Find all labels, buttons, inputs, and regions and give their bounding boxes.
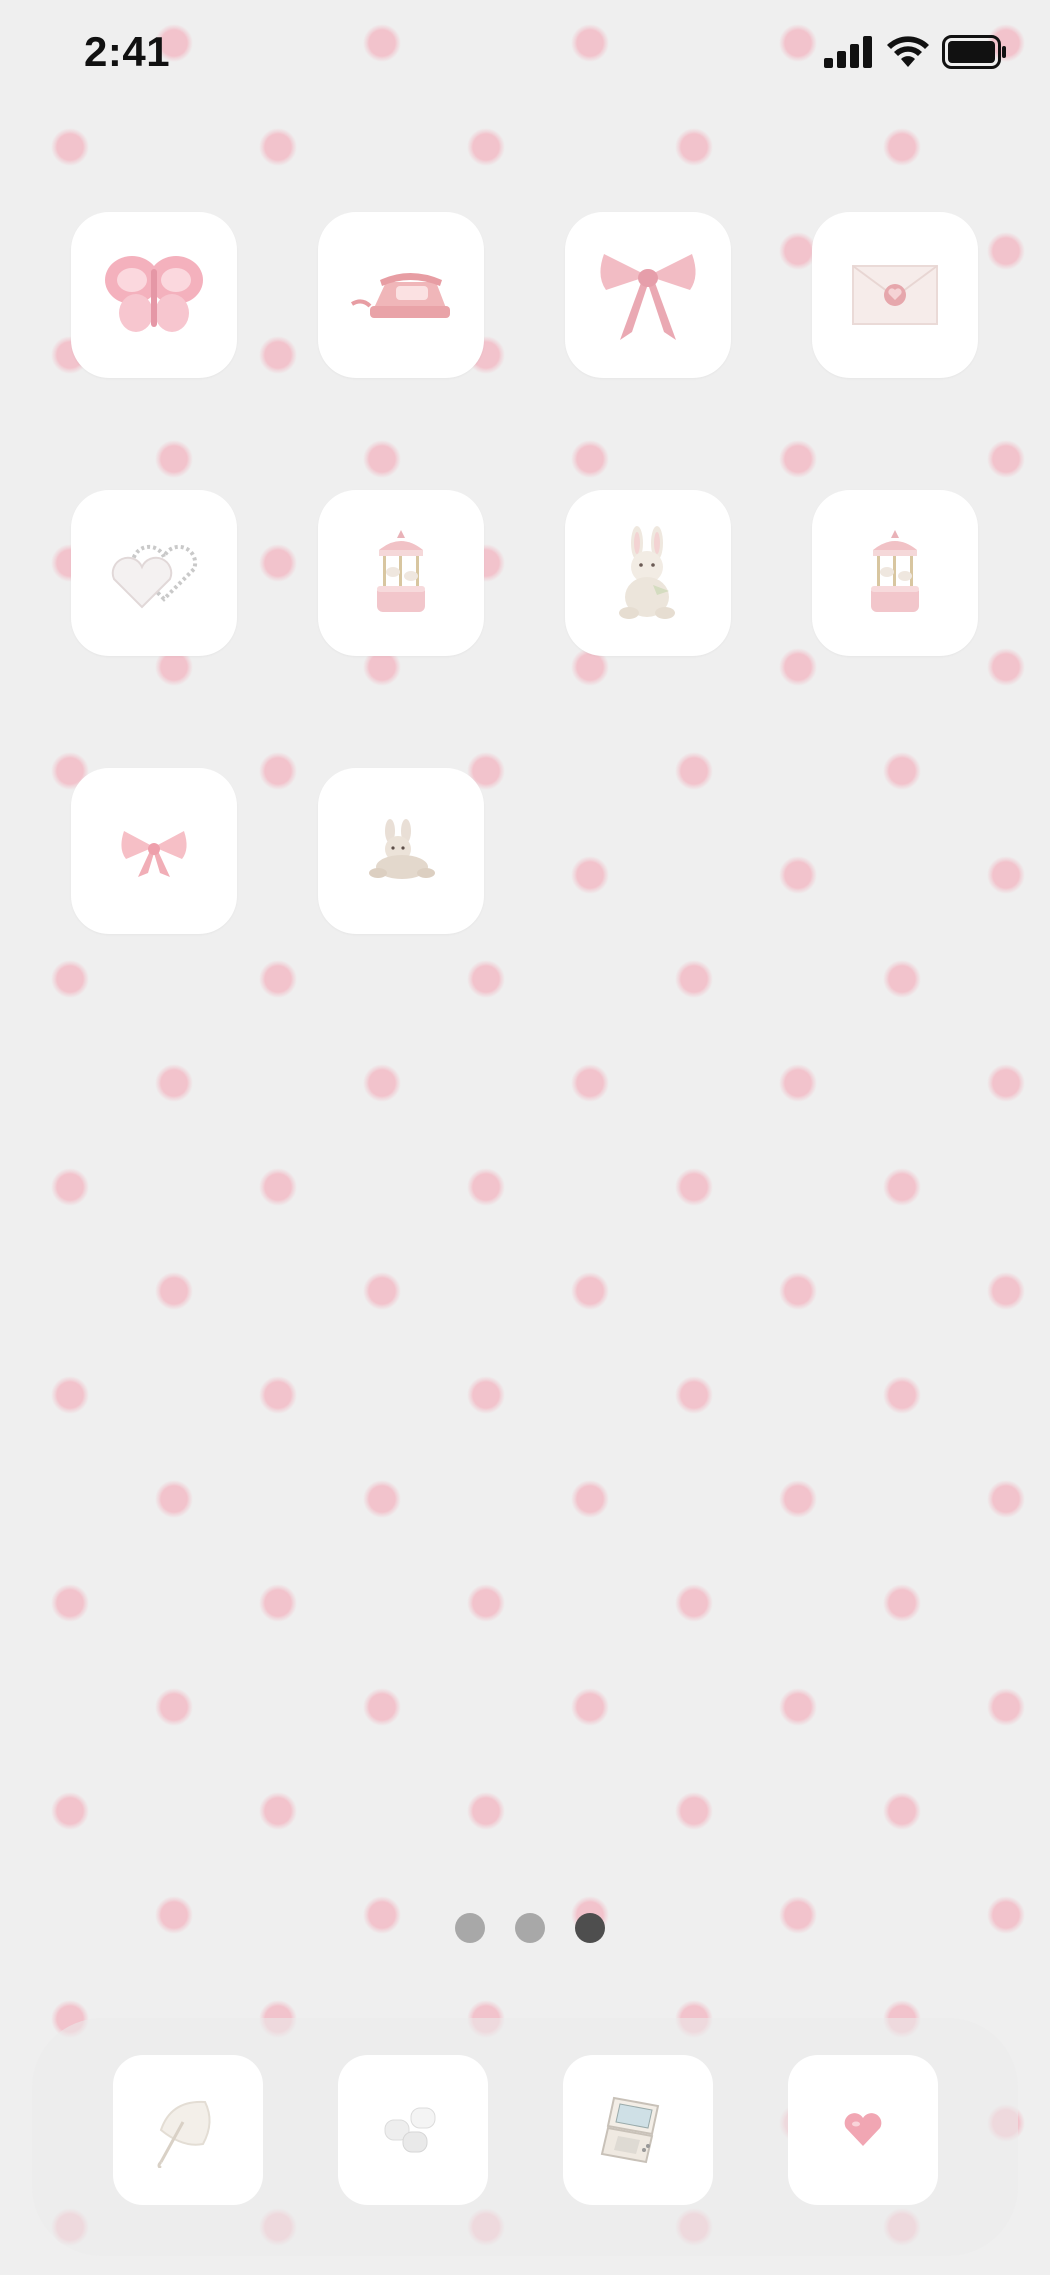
app-small-bow[interactable]: [71, 768, 237, 934]
page-indicator[interactable]: [0, 1913, 1050, 1945]
marshmallows-icon: [384, 2107, 436, 2153]
dock-app-console[interactable]: [563, 2055, 713, 2205]
dock-app-heart[interactable]: [788, 2055, 938, 2205]
lace-parasol-icon: [157, 2100, 211, 2168]
pearl-hearts-icon: [111, 544, 198, 609]
app-plush-bunny[interactable]: [565, 490, 731, 656]
app-carousel-2[interactable]: [812, 490, 978, 656]
dock-app-parasol[interactable]: [113, 2055, 263, 2205]
dock-app-marshmallows[interactable]: [338, 2055, 488, 2205]
cellular-signal-icon: [824, 36, 872, 68]
page-dot-3-active[interactable]: [575, 1913, 605, 1943]
app-envelope[interactable]: [812, 212, 978, 378]
page-dot-1[interactable]: [455, 1913, 485, 1943]
handheld-console-icon: [600, 2096, 660, 2164]
page-dot-2[interactable]: [515, 1913, 545, 1943]
app-pearl-hearts[interactable]: [71, 490, 237, 656]
app-telephone[interactable]: [318, 212, 484, 378]
wifi-icon: [887, 36, 929, 67]
status-icons: [824, 32, 1008, 72]
battery-icon: [942, 35, 1006, 69]
plush-bunny-icon: [619, 526, 675, 619]
app-lying-bunny[interactable]: [318, 768, 484, 934]
app-carousel-1[interactable]: [318, 490, 484, 656]
carousel-music-box-icon: [377, 530, 425, 612]
sealed-envelope-icon: [852, 265, 938, 325]
status-time: 2:41: [84, 28, 171, 75]
app-butterfly[interactable]: [71, 212, 237, 378]
pink-telephone-icon: [350, 273, 450, 318]
pink-heart-icon: [844, 2113, 882, 2146]
small-pink-bow-icon: [121, 831, 187, 877]
pink-butterfly-icon: [105, 256, 203, 332]
pink-ribbon-bow-icon: [600, 254, 696, 340]
app-ribbon-bow[interactable]: [565, 212, 731, 378]
lying-plush-bunny-icon: [369, 819, 435, 879]
carousel-music-box-icon: [871, 530, 919, 612]
